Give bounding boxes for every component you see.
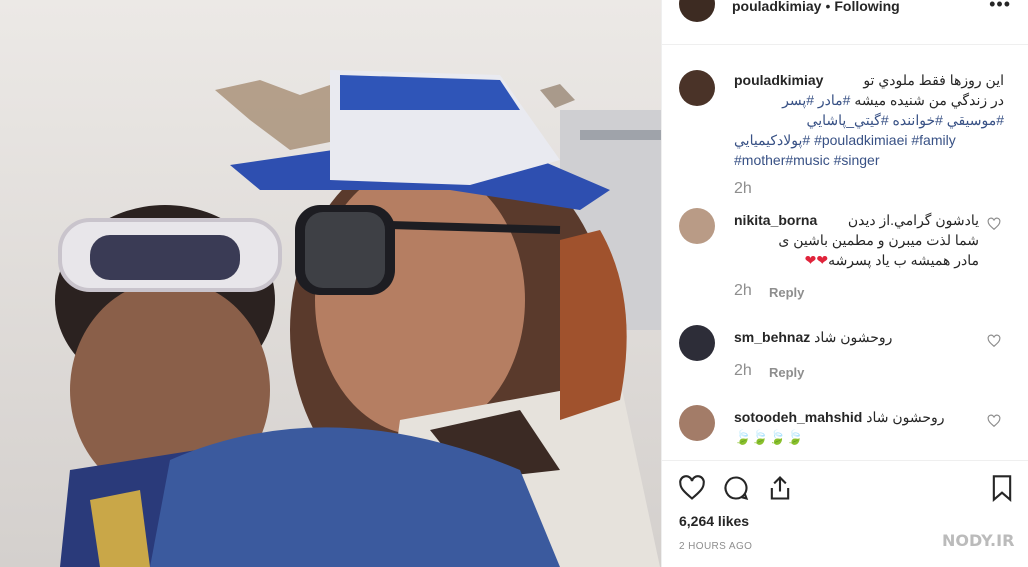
follow-status-button[interactable]: Following bbox=[834, 0, 899, 14]
caption-hashtags-line3[interactable]: #موسيقي #خواننده #گيتي_پاشايي bbox=[734, 110, 1004, 130]
comment-text: nikita_borna يادشون گرامي.از ديدن شما لذ… bbox=[734, 210, 979, 270]
caption-hashtag-persian[interactable]: #پولادكيميايي bbox=[734, 132, 810, 148]
post-photo[interactable] bbox=[0, 0, 661, 567]
caption-line4: #پولادكيميايي #pouladkimiaei #family bbox=[734, 130, 1004, 150]
post-actions: 6,264 likes 2 HOURS AGO NODY.IR bbox=[662, 460, 1028, 567]
comment-time: 2h bbox=[734, 362, 752, 379]
caption-line1: اين روزها فقط ملودي تو bbox=[863, 72, 1004, 88]
comment-like-heart-icon[interactable] bbox=[987, 334, 1001, 348]
caption-line2-text: در زندگي من شنيده ميشه bbox=[854, 92, 1004, 108]
comment-avatar[interactable] bbox=[679, 405, 715, 441]
caption-hashtags-line5[interactable]: #mother#music #singer bbox=[734, 150, 1004, 170]
heart-icon[interactable] bbox=[678, 474, 706, 502]
comment-line3: مادر همیشه ب ياد پسرشه❤❤ bbox=[734, 250, 979, 270]
caption-hashtags-line2[interactable]: #مادر #پسر bbox=[782, 92, 850, 108]
comment-like-heart-icon[interactable] bbox=[987, 414, 1001, 428]
photo-illustration bbox=[0, 0, 661, 567]
author-username[interactable]: pouladkimiay bbox=[732, 0, 821, 14]
comment-avatar[interactable] bbox=[679, 325, 715, 361]
comment-line1: يادشون گرامي.از ديدن bbox=[847, 212, 979, 228]
heart-emoji: ❤❤ bbox=[804, 252, 829, 268]
post-timestamp: 2 HOURS AGO bbox=[679, 541, 753, 552]
leaf-emoji: 🍃🍃🍃🍃 bbox=[734, 429, 804, 445]
comment-body: روحشون شاد bbox=[866, 409, 945, 425]
bookmark-icon[interactable] bbox=[988, 474, 1016, 502]
separator-dot: • bbox=[825, 0, 831, 14]
likes-count[interactable]: 6,264 likes bbox=[679, 513, 749, 529]
post-header: pouladkimiay • Following ••• bbox=[662, 0, 1028, 45]
post-side-panel: pouladkimiay • Following ••• pouladkimiay … bbox=[661, 0, 1028, 567]
caption-time: 2h bbox=[734, 180, 752, 197]
comment-line2: شما لذت ميبرن و مطمين باشين ى bbox=[778, 232, 979, 248]
comment-username[interactable]: nikita_borna bbox=[734, 212, 817, 228]
comment-username[interactable]: sotoodeh_mahshid bbox=[734, 409, 862, 425]
caption-hashtags-line4[interactable]: #pouladkimiaei #family bbox=[814, 132, 956, 148]
comment-time: 2h bbox=[734, 282, 752, 299]
comment-username[interactable]: sm_behnaz bbox=[734, 329, 810, 345]
comment-text: sotoodeh_mahshid روحشون شاد 🍃🍃🍃🍃 bbox=[734, 407, 979, 447]
site-watermark: NODY.IR bbox=[942, 531, 1015, 550]
caption-username[interactable]: pouladkimiay bbox=[734, 72, 823, 88]
comment-icon[interactable] bbox=[722, 474, 750, 502]
author-info: pouladkimiay • Following bbox=[732, 0, 900, 14]
reply-button[interactable]: Reply bbox=[769, 365, 804, 380]
reply-button[interactable]: Reply bbox=[769, 285, 804, 300]
author-avatar[interactable] bbox=[679, 0, 715, 22]
caption-line2: در زندگي من شنيده ميشه #مادر #پسر bbox=[734, 90, 1004, 110]
caption-text: pouladkimiay اين روزها فقط ملودي تو در ز… bbox=[734, 70, 1004, 170]
caption-avatar[interactable] bbox=[679, 70, 715, 106]
more-options-icon[interactable]: ••• bbox=[989, 0, 1011, 15]
comment-line3-text: مادر همیشه ب ياد پسرشه bbox=[828, 252, 979, 268]
comment-text: sm_behnaz روحشون شاد bbox=[734, 327, 979, 347]
share-icon[interactable] bbox=[766, 474, 794, 502]
comment-body: روحشون شاد bbox=[814, 329, 893, 345]
comment-like-heart-icon[interactable] bbox=[987, 217, 1001, 231]
comment-avatar[interactable] bbox=[679, 208, 715, 244]
